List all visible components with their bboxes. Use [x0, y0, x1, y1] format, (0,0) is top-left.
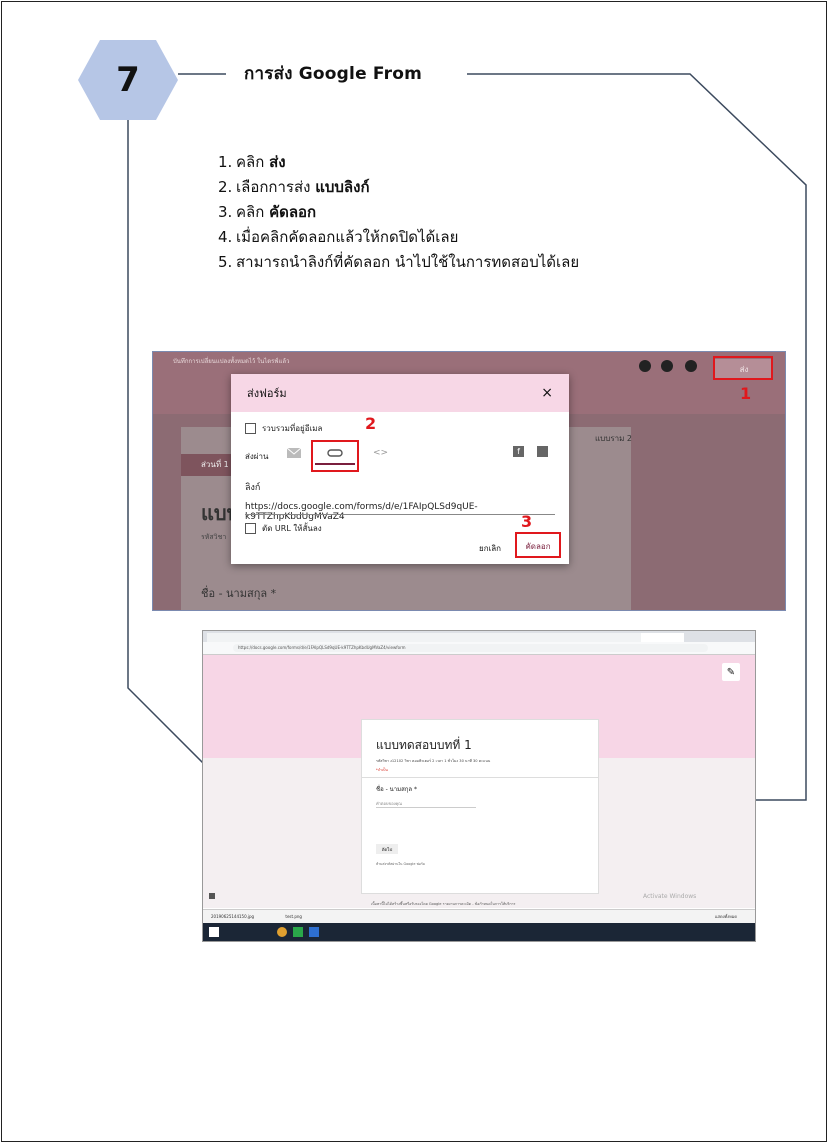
form-subtitle: รหัสวิชา ง12102 วิชา คอมพิวเตอร์ 2 เวลา …	[376, 759, 491, 763]
send-via-label: ส่งผ่าน	[245, 452, 269, 461]
browser-tab-bar	[203, 631, 755, 642]
send-dialog-screenshot: บันทึกการเปลี่ยนแปลงทั้งหมดไว้ ในไดรฟ์แล…	[152, 351, 786, 611]
responses-tab: แบบราม 2	[595, 434, 633, 443]
windows-taskbar	[203, 923, 755, 941]
activate-windows: Activate Windows	[643, 893, 697, 900]
cancel-button[interactable]: ยกเลิก	[479, 542, 501, 555]
form-title: แบบทดสอบบทที่ 1	[376, 738, 472, 752]
password-warning: ห้ามส่งรหัสผ่านใน Google ฟอร์ม	[376, 862, 426, 866]
pencil-icon[interactable]: ✎	[722, 663, 740, 681]
preview-eye-icon[interactable]	[661, 360, 673, 372]
palette-icon[interactable]	[639, 360, 651, 372]
close-icon[interactable]: ×	[541, 385, 553, 401]
shorten-url-checkbox[interactable]	[245, 523, 256, 534]
collect-email-checkbox[interactable]	[245, 423, 256, 434]
download-item[interactable]: test.png	[285, 914, 302, 919]
shorten-url-label: ตัด URL ให้สั้นลง	[262, 524, 322, 533]
line-icon[interactable]	[293, 927, 303, 937]
instruction-item: 2. เลือกการส่ง แบบลิงก์	[218, 178, 370, 196]
marker-3: 3	[521, 512, 533, 531]
disclaimer-text: เนื้อหานี้ไม่ได้สร้างขึ้นหรือรับรองโดย G…	[371, 902, 516, 906]
instruction-item: 1. คลิก ส่ง	[218, 153, 286, 171]
email-icon[interactable]	[287, 448, 301, 458]
instruction-item: 4. เมื่อคลิกคัดลอกแล้วให้กดปิดได้เลย	[218, 228, 459, 246]
highlight-link	[311, 440, 359, 472]
word-icon[interactable]	[309, 927, 319, 937]
download-item[interactable]: 20190625144150.jpg	[211, 914, 254, 919]
marker-2: 2	[365, 414, 377, 433]
required-note: *จำเป็น	[376, 768, 388, 772]
section-title: การส่ง Google From	[244, 64, 423, 84]
show-all-link[interactable]: แสดงทั้งหมด	[715, 910, 737, 924]
bg-name-field: ชื่อ - นามสกุล *	[201, 587, 277, 600]
feedback-icon[interactable]	[209, 893, 215, 899]
form-preview-screenshot: https://docs.google.com/forms/d/e/1FAIpQ…	[202, 630, 756, 942]
form-card: แบบทดสอบบทที่ 1 รหัสวิชา ง12102 วิชา คอม…	[361, 719, 599, 894]
name-question: ชื่อ - นามสกุล *	[376, 786, 417, 793]
instruction-item: 5. สามารถนำลิงก์ที่คัดลอก นำไปใช้ในการทดส…	[218, 253, 580, 271]
embed-icon[interactable]: <>	[373, 448, 388, 458]
address-bar: https://docs.google.com/forms/d/e/1FAIpQ…	[203, 642, 755, 655]
dialog-title: ส่งฟอร์ม	[247, 387, 287, 400]
chrome-icon[interactable]	[277, 927, 287, 937]
windows-start-icon[interactable]	[209, 927, 219, 937]
answer-input[interactable]: คำตอบของคุณ	[376, 800, 476, 808]
download-bar: 20190625144150.jpg test.png แสดงทั้งหมด	[203, 909, 755, 924]
marker-1: 1	[740, 384, 752, 403]
highlight-copy	[515, 532, 561, 558]
twitter-icon[interactable]	[537, 446, 548, 457]
send-form-dialog: ส่งฟอร์ม × รวบรวมที่อยู่อีเมล ส่งผ่าน <>…	[231, 374, 569, 564]
highlight-send	[713, 356, 773, 380]
collect-email-label: รวบรวมที่อยู่อีเมล	[262, 424, 323, 433]
instruction-item: 3. คลิก คัดลอก	[218, 203, 317, 221]
link-label: ลิงก์	[245, 483, 261, 493]
url-field[interactable]: https://docs.google.com/forms/d/e/1FAIpQ…	[233, 644, 708, 652]
save-status-text: บันทึกการเปลี่ยนแปลงทั้งหมดไว้ ในไดรฟ์แล…	[173, 358, 290, 365]
instruction-list: 1. คลิก ส่ง 2. เลือกการส่ง แบบลิงก์ 3. คลิก…	[218, 150, 579, 275]
next-button[interactable]: ถัดไป	[376, 844, 398, 854]
bg-form-subtitle: รหัสวิชา	[201, 533, 227, 541]
facebook-icon[interactable]: f	[513, 446, 524, 457]
gear-icon[interactable]	[685, 360, 697, 372]
step-number: 7	[116, 60, 140, 100]
